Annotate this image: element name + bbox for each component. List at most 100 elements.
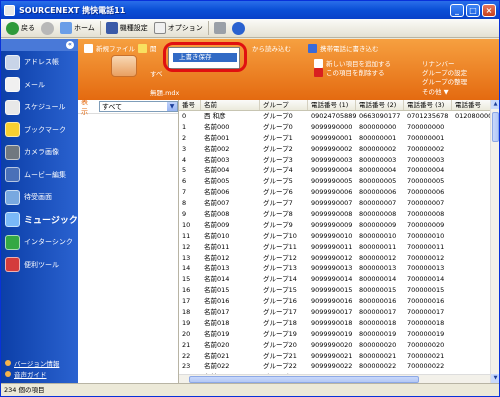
sidebar-item[interactable]: スケジュール — [1, 96, 78, 119]
home-button[interactable]: ホーム — [57, 20, 98, 37]
table-cell: グループ8 — [263, 210, 293, 219]
table-row[interactable]: 23 名前022 グループ22 9099990022 800000022 70000002… — [179, 361, 499, 372]
maximize-button[interactable]: □ — [466, 3, 480, 17]
table-cell: 700000003 — [407, 155, 445, 164]
sidebar-item[interactable]: メール — [1, 74, 78, 97]
sidebar-item[interactable]: ムービー編集 — [1, 164, 78, 187]
sidebar-item[interactable]: ミュージック — [1, 209, 78, 232]
table-cell: 22 — [182, 351, 191, 360]
vertical-scroll-thumb[interactable] — [492, 112, 499, 142]
scroll-up-icon[interactable]: ▲ — [491, 100, 499, 109]
sidebar-item[interactable]: カメラ画像 — [1, 141, 78, 164]
column-header[interactable]: 番号 — [179, 100, 201, 110]
new-file-link[interactable]: 新規ファイル — [84, 43, 135, 53]
filter-select[interactable]: すべて ▼ — [98, 101, 178, 112]
table-row[interactable]: 10 名前009 グループ9 9099990009 800000009 700000009 — [179, 220, 499, 231]
table-cell: グループ16 — [263, 297, 297, 306]
sound-guide-link[interactable]: 音声ガイド — [5, 368, 59, 379]
back-arrow-icon — [6, 21, 19, 35]
table-row[interactable]: 16 名前015 グループ15 9099990015 800000015 70000001… — [179, 285, 499, 296]
sidebar-item[interactable]: 待受画面 — [1, 186, 78, 209]
collapse-icon[interactable]: « — [66, 41, 74, 49]
horizontal-scrollbar[interactable] — [179, 374, 490, 383]
close-button[interactable]: × — [482, 3, 496, 17]
table-cell: 11 — [182, 231, 191, 240]
table-row[interactable]: 19 名前018 グループ18 9099990018 800000018 70000001… — [179, 318, 499, 329]
table-cell: 0 — [182, 112, 187, 120]
table-cell: 700000000 — [407, 122, 445, 131]
sidebar-item[interactable]: 便利ツール — [1, 254, 78, 277]
table-cell: 9099990001 — [311, 133, 353, 142]
import-link[interactable]: から読み込む — [252, 43, 291, 53]
column-header[interactable]: 電話番号 (2) — [356, 100, 404, 110]
version-info-link[interactable]: バージョン情報 — [5, 357, 59, 368]
help-button[interactable] — [229, 20, 248, 37]
table-cell: 800000016 — [359, 297, 397, 306]
table-cell: 800000019 — [359, 329, 397, 338]
column-header[interactable]: 電話番号 (3) — [404, 100, 452, 110]
new-file-icon — [84, 43, 93, 53]
print-button[interactable] — [211, 20, 229, 37]
table-cell: 5 — [182, 166, 187, 175]
table-cell: 800000007 — [359, 199, 397, 208]
back-button[interactable]: 戻る — [3, 20, 38, 37]
column-header[interactable]: 名前 — [201, 100, 260, 110]
vertical-scrollbar[interactable]: ▲ ▼ — [490, 100, 499, 383]
table-row[interactable]: 7 名前006 グループ6 9099990006 800000006 700000006 — [179, 187, 499, 198]
table-cell: 800000000 — [359, 122, 397, 131]
table-cell: 13 — [182, 253, 191, 262]
table-cell: 9099990008 — [311, 210, 353, 219]
table-cell: グループ15 — [263, 286, 297, 295]
scroll-down-icon[interactable]: ▼ — [491, 374, 499, 383]
sidebar-item[interactable]: インターシンク — [1, 231, 78, 254]
other-menu[interactable]: その他 ▼ — [422, 86, 449, 96]
table-row[interactable]: 9 名前008 グループ8 9099990008 800000008 700000008 — [179, 209, 499, 220]
table-row[interactable]: 21 名前020 グループ20 9099990020 800000020 70000002… — [179, 340, 499, 351]
table-row[interactable]: 12 名前011 グループ11 9099990011 800000011 70000001… — [179, 242, 499, 253]
open-link[interactable]: 開 — [138, 43, 157, 53]
table-cell: 700000021 — [407, 351, 445, 360]
model-settings-button[interactable]: 機種設定 — [103, 20, 151, 37]
forward-button[interactable] — [38, 20, 57, 37]
table-cell: 19 — [182, 318, 191, 327]
horizontal-scroll-thumb[interactable] — [189, 376, 419, 383]
table-row[interactable]: 4 名前003 グループ3 9099990003 800000003 700000003 — [179, 155, 499, 166]
table-cell: 800000009 — [359, 220, 397, 229]
sidebar-item[interactable]: アドレス帳 — [1, 51, 78, 74]
table-row[interactable]: 13 名前012 グループ12 9099990012 800000012 70000001… — [179, 253, 499, 264]
table-cell: 9099990020 — [311, 340, 353, 349]
write-to-phone-link[interactable]: 携帯電話に書き込む — [308, 43, 379, 53]
table-row[interactable]: 1 名前000 グループ0 9099990000 800000000 700000000 — [179, 122, 499, 133]
table-cell: グループ1 — [263, 133, 293, 142]
table-row[interactable]: 5 名前004 グループ4 9099990004 800000004 700000004 — [179, 165, 499, 176]
table-row[interactable]: 22 名前021 グループ21 9099990021 800000021 70000002… — [179, 351, 499, 362]
sidebar-item-label: カメラ画像 — [24, 148, 59, 157]
table-row[interactable]: 8 名前007 グループ7 9099990007 800000007 700000007 — [179, 198, 499, 209]
column-header[interactable]: 電話番号 (1) — [308, 100, 356, 110]
table-row[interactable]: 3 名前002 グループ2 9099990002 800000002 700000002 — [179, 144, 499, 155]
options-button[interactable]: オプション — [151, 20, 206, 37]
table-cell: グループ13 — [263, 264, 297, 273]
minimize-button[interactable]: _ — [450, 3, 464, 17]
options-label: オプション — [167, 24, 203, 32]
file-name: 無題.mdx — [150, 87, 179, 97]
column-header[interactable]: グループ — [260, 100, 308, 110]
table-row[interactable]: 11 名前010 グループ10 9099990010 800000010 70000001… — [179, 231, 499, 242]
sidebar-item[interactable]: ブックマーク — [1, 119, 78, 142]
table-row[interactable]: 14 名前013 グループ13 9099990013 800000013 70000001… — [179, 263, 499, 274]
table-row[interactable]: 6 名前005 グループ5 9099990005 800000005 700000005 — [179, 176, 499, 187]
table-row[interactable]: 17 名前016 グループ16 9099990016 800000016 70000001… — [179, 296, 499, 307]
table-cell: 20 — [182, 329, 191, 338]
table-row[interactable]: 0 西 和彦 グループ0 09024705889 0663090177 070123567… — [179, 111, 499, 122]
table-cell: 9099990015 — [311, 286, 353, 295]
table-row[interactable]: 18 名前017 グループ17 9099990017 800000017 70000001… — [179, 307, 499, 318]
table-row[interactable]: 20 名前019 グループ19 9099990019 800000019 70000001… — [179, 329, 499, 340]
table-row[interactable]: 15 名前014 グループ14 9099990014 800000014 70000001… — [179, 274, 499, 285]
table-cell: 9099990003 — [311, 155, 353, 164]
table-cell: グループ14 — [263, 275, 297, 284]
group-organize-link[interactable]: グループの整理 — [422, 76, 467, 86]
table-cell: 10 — [182, 220, 191, 229]
delete-item-link[interactable]: この項目を削除する — [314, 67, 385, 77]
table-cell: 名前009 — [204, 220, 230, 229]
table-row[interactable]: 2 名前001 グループ1 9099990001 800000001 700000001 — [179, 133, 499, 144]
